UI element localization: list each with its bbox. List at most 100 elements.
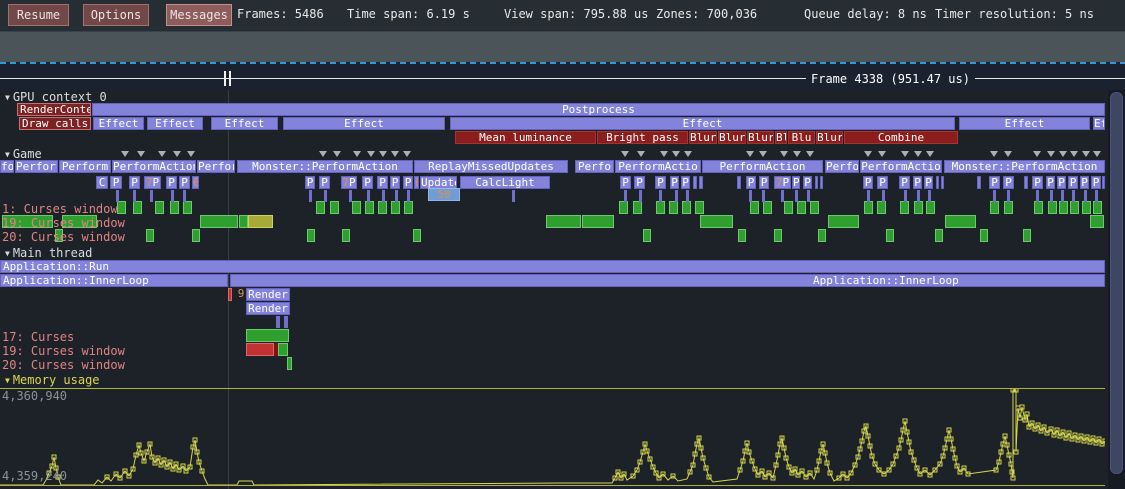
zone-tick[interactable]	[639, 190, 642, 202]
messages-button[interactable]: Messages	[166, 4, 232, 26]
zone-tick[interactable]	[407, 190, 410, 202]
zone-bar-effect[interactable]: Effect	[450, 117, 955, 130]
zone-bar-application-run[interactable]: Application::Run	[0, 260, 1105, 273]
zone-bar[interactable]	[1059, 201, 1068, 214]
zone-tick[interactable]	[749, 190, 752, 202]
zone-marker-icon[interactable]	[793, 151, 801, 157]
zone-marker-icon[interactable]	[637, 151, 645, 157]
zone-marker-icon[interactable]	[672, 151, 680, 157]
zone-bar[interactable]	[1090, 215, 1104, 228]
zone-tick[interactable]	[624, 190, 627, 202]
zone-bar[interactable]	[1082, 201, 1091, 214]
zone-bar-9[interactable]: 9	[236, 288, 246, 301]
zone-bar[interactable]	[810, 201, 819, 214]
zone-bar-p[interactable]: P	[1091, 176, 1101, 189]
zone-bar[interactable]	[818, 229, 826, 242]
zone-tick[interactable]	[324, 190, 327, 202]
zone-bar[interactable]	[682, 201, 691, 214]
zone-tick[interactable]	[382, 190, 385, 202]
zone-marker-icon[interactable]	[1033, 151, 1041, 157]
zone-bar[interactable]	[287, 357, 292, 370]
zone-bar[interactable]	[183, 201, 192, 214]
zone-tick[interactable]	[807, 190, 810, 202]
zone-tick[interactable]	[133, 190, 136, 202]
zone-tick[interactable]	[928, 190, 931, 202]
section-header-main-thread[interactable]: ▼Main thread	[5, 246, 92, 260]
zone-marker-icon[interactable]	[158, 151, 166, 157]
zone-bar[interactable]	[1023, 229, 1031, 242]
zone-bar[interactable]	[1102, 176, 1105, 189]
zone-bar[interactable]	[669, 201, 678, 214]
zone-tick[interactable]	[917, 190, 920, 202]
zone-bar-7p[interactable]: 7P	[341, 176, 357, 189]
zone-tick[interactable]	[762, 190, 765, 202]
zone-tick[interactable]	[1072, 190, 1075, 202]
zone-bar-blur[interactable]: Blur	[775, 131, 787, 144]
zone-bar-p[interactable]: P	[670, 176, 679, 189]
zone-bar-draw-calls[interactable]: Draw calls	[19, 117, 91, 130]
section-header-memory-usage[interactable]: ▼Memory usage	[5, 373, 100, 387]
zone-bar-p[interactable]: P	[913, 176, 922, 189]
zone-bar[interactable]	[977, 176, 981, 189]
zone-marker-icon[interactable]	[660, 151, 668, 157]
zone-bar-perforr[interactable]: Perforr	[15, 160, 58, 173]
zone-bar[interactable]	[941, 176, 944, 189]
zone-bar-bright-pass[interactable]: Bright pass	[597, 131, 688, 144]
zone-bar-p[interactable]: P	[377, 176, 388, 189]
zone-tick[interactable]	[276, 316, 280, 328]
zone-bar-p[interactable]: P	[403, 176, 413, 189]
zone-bar-replaymissedupdates[interactable]: ReplayMissedUpdates	[414, 160, 568, 173]
zone-bar-7p[interactable]: 7P	[144, 176, 161, 189]
zone-bar[interactable]	[342, 229, 350, 242]
zone-tick[interactable]	[659, 190, 662, 202]
zone-marker-icon[interactable]	[121, 151, 129, 157]
zone-bar[interactable]	[1004, 201, 1013, 214]
zone-bar[interactable]	[192, 229, 200, 242]
zone-bar[interactable]	[391, 201, 400, 214]
zone-tick[interactable]	[1036, 190, 1039, 202]
zone-bar[interactable]	[936, 176, 939, 189]
zone-bar-p[interactable]: P	[179, 176, 190, 189]
zone-bar[interactable]	[700, 215, 733, 228]
zone-marker-icon[interactable]	[1093, 151, 1101, 157]
zone-bar[interactable]	[1048, 201, 1057, 214]
zone-marker-icon[interactable]	[746, 151, 754, 157]
zone-bar-fo[interactable]: fo	[0, 160, 14, 173]
zone-bar[interactable]	[945, 215, 976, 228]
zone-bar-p[interactable]: P	[110, 176, 122, 189]
zone-bar-effect[interactable]: Effect	[283, 117, 445, 130]
zone-tick[interactable]	[1061, 190, 1064, 202]
section-header-game[interactable]: ▼Game	[5, 147, 42, 161]
zone-bar-p[interactable]: P	[390, 176, 400, 189]
zone-bar[interactable]	[877, 201, 886, 214]
zone-tick[interactable]	[781, 190, 784, 202]
zone-tick[interactable]	[367, 190, 370, 202]
zone-bar-effect[interactable]: Effect	[959, 117, 1090, 130]
zone-bar-p[interactable]: P	[863, 176, 873, 189]
zone-bar-blur[interactable]: Blur	[816, 131, 843, 144]
zone-bar-combine[interactable]: Combine	[844, 131, 958, 144]
zone-bar-6[interactable]: 6	[192, 176, 199, 189]
timeline[interactable]: 4,360,940 4,359,240 ▼GPU context 0▼Game▼…	[0, 90, 1125, 489]
zone-bar-perfo[interactable]: Perfo	[575, 160, 614, 173]
zone-bar[interactable]	[239, 215, 248, 228]
options-button[interactable]: Options	[83, 4, 149, 26]
zone-bar-p[interactable]: P	[319, 176, 330, 189]
zone-bar-p[interactable]: P	[655, 176, 666, 189]
zone-tick[interactable]	[1095, 190, 1098, 202]
zone-bar-application-innerloop[interactable]: Application::InnerLoop	[0, 274, 228, 287]
zone-marker-icon[interactable]	[621, 151, 629, 157]
zone-tick[interactable]	[993, 190, 996, 202]
zone-bar[interactable]	[404, 201, 413, 214]
zone-bar[interactable]	[828, 215, 859, 228]
zone-bar[interactable]	[1034, 201, 1043, 214]
zone-bar-p[interactable]: P	[759, 176, 769, 189]
zone-tick[interactable]	[675, 190, 678, 202]
zone-bar-p[interactable]: P	[1032, 176, 1043, 189]
zone-bar[interactable]	[352, 201, 361, 214]
zone-bar[interactable]	[133, 201, 142, 214]
zone-bar[interactable]	[546, 215, 581, 228]
zone-marker-icon[interactable]	[1047, 151, 1055, 157]
zone-bar[interactable]	[246, 343, 274, 356]
zone-bar[interactable]	[307, 229, 315, 242]
